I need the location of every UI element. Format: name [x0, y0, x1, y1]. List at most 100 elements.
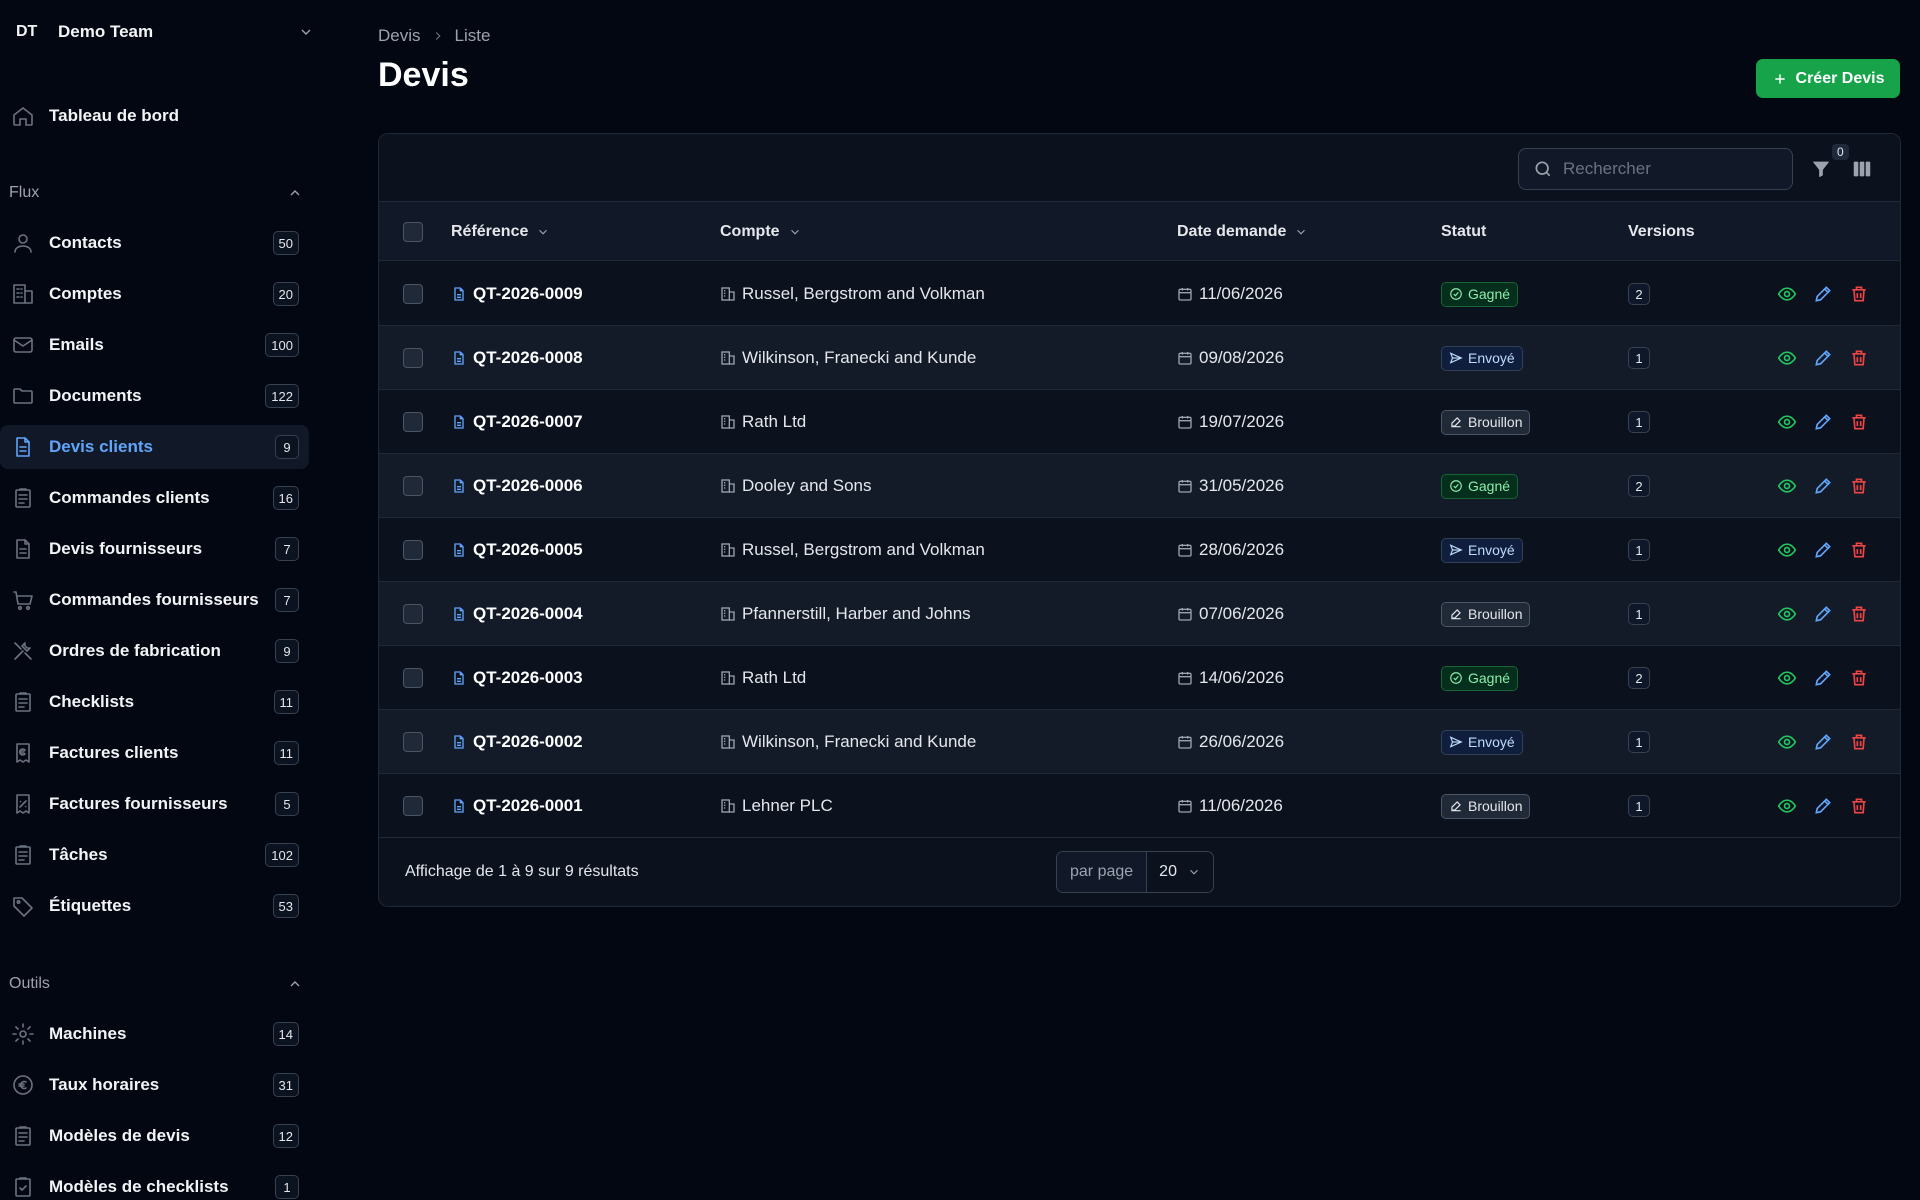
pencil-icon[interactable]: [1813, 412, 1833, 432]
per-page-value-select[interactable]: 20: [1147, 852, 1213, 892]
account-name: Rath Ltd: [742, 668, 807, 687]
row-checkbox[interactable]: [403, 540, 423, 560]
row-checkbox[interactable]: [403, 284, 423, 304]
select-all-checkbox[interactable]: [403, 222, 423, 242]
cell-reference[interactable]: QT-2026-0002: [451, 710, 583, 774]
pencil-icon[interactable]: [1813, 476, 1833, 496]
table-row[interactable]: QT-2026-0002 Wilkinson, Franecki and Kund…: [379, 710, 1900, 774]
row-checkbox[interactable]: [403, 604, 423, 624]
sidebar-item-factures-fournisseurs[interactable]: Factures fournisseurs 5: [0, 782, 309, 826]
cell-date: 26/06/2026: [1177, 710, 1284, 774]
trash-icon[interactable]: [1849, 348, 1869, 368]
calendar-icon: [1178, 416, 1192, 429]
sidebar-item-taux-horaires[interactable]: Taux horaires 31: [0, 1063, 309, 1107]
per-page-select[interactable]: par page 20: [1056, 851, 1214, 893]
sidebar-item-mod-les-de-devis[interactable]: Modèles de devis 12: [0, 1114, 309, 1158]
cell-reference[interactable]: QT-2026-0006: [451, 454, 583, 518]
sidebar-item-devis-clients[interactable]: Devis clients 9: [0, 425, 309, 469]
pencil-icon[interactable]: [1813, 540, 1833, 560]
sidebar-item-factures-clients[interactable]: Factures clients 11: [0, 731, 309, 775]
eye-icon[interactable]: [1777, 476, 1797, 496]
pencil-icon[interactable]: [1813, 348, 1833, 368]
breadcrumb-root[interactable]: Devis: [378, 26, 421, 46]
column-header-date[interactable]: Date demande: [1177, 202, 1308, 261]
sidebar-item--tiquettes[interactable]: Étiquettes 53: [0, 884, 309, 928]
plus-icon: [1774, 73, 1785, 84]
search-box[interactable]: [1518, 148, 1793, 190]
sidebar-item-checklists[interactable]: Checklists 11: [0, 680, 309, 724]
search-input[interactable]: [1563, 159, 1763, 179]
pencil-icon[interactable]: [1813, 668, 1833, 688]
cell-reference[interactable]: QT-2026-0007: [451, 390, 583, 454]
cell-reference[interactable]: QT-2026-0004: [451, 582, 583, 646]
table-row[interactable]: QT-2026-0005 Russel, Bergstrom and Volkma…: [379, 518, 1900, 582]
table-row[interactable]: QT-2026-0007 Rath Ltd 19/07/2026 Brouillon 1: [379, 390, 1900, 454]
pencil-icon[interactable]: [1813, 284, 1833, 304]
building-icon: [721, 479, 735, 493]
sidebar-item-documents[interactable]: Documents 122: [0, 374, 309, 418]
row-checkbox[interactable]: [403, 796, 423, 816]
trash-icon[interactable]: [1849, 412, 1869, 432]
sidebar-item-devis-fournisseurs[interactable]: Devis fournisseurs 7: [0, 527, 309, 571]
eye-icon[interactable]: [1777, 284, 1797, 304]
table-row[interactable]: QT-2026-0009 Russel, Bergstrom and Volkma…: [379, 262, 1900, 326]
eye-icon[interactable]: [1777, 796, 1797, 816]
cell-reference[interactable]: QT-2026-0003: [451, 646, 583, 710]
eye-icon[interactable]: [1777, 540, 1797, 560]
table-row[interactable]: QT-2026-0006 Dooley and Sons 31/05/2026 Gag…: [379, 454, 1900, 518]
team-switcher[interactable]: DT Demo Team: [16, 18, 314, 46]
row-checkbox[interactable]: [403, 668, 423, 688]
sidebar-item-contacts[interactable]: Contacts 50: [0, 221, 309, 265]
trash-icon[interactable]: [1849, 284, 1869, 304]
column-header-reference[interactable]: Référence: [451, 202, 550, 261]
trash-icon[interactable]: [1849, 796, 1869, 816]
section-flux[interactable]: Flux: [9, 179, 309, 207]
eye-icon[interactable]: [1777, 604, 1797, 624]
home-icon: [10, 103, 36, 129]
cell-versions: 1: [1628, 710, 1650, 774]
columns-icon[interactable]: [1851, 158, 1873, 180]
check-circle-icon: [1450, 672, 1462, 684]
row-checkbox[interactable]: [403, 476, 423, 496]
sidebar-item-label: Contacts: [49, 233, 122, 252]
table-row[interactable]: QT-2026-0004 Pfannerstill, Harber and Joh…: [379, 582, 1900, 646]
sidebar-item-mod-les-de-checklists[interactable]: Modèles de checklists 1: [0, 1165, 309, 1200]
cell-reference[interactable]: QT-2026-0005: [451, 518, 583, 582]
filter-icon[interactable]: [1810, 158, 1832, 180]
eye-icon[interactable]: [1777, 412, 1797, 432]
pencil-icon[interactable]: [1813, 732, 1833, 752]
trash-icon[interactable]: [1849, 540, 1869, 560]
trash-icon[interactable]: [1849, 604, 1869, 624]
table-row[interactable]: QT-2026-0001 Lehner PLC 11/06/2026 Brouillo…: [379, 774, 1900, 838]
row-checkbox[interactable]: [403, 732, 423, 752]
cell-reference[interactable]: QT-2026-0001: [451, 774, 583, 838]
sidebar-item-t-ches[interactable]: Tâches 102: [0, 833, 309, 877]
eye-icon[interactable]: [1777, 348, 1797, 368]
sidebar-item-machines[interactable]: Machines 14: [0, 1012, 309, 1056]
pencil-icon[interactable]: [1813, 604, 1833, 624]
column-header-account[interactable]: Compte: [720, 202, 802, 261]
sidebar-item-comptes[interactable]: Comptes 20: [0, 272, 309, 316]
table-row[interactable]: QT-2026-0003 Rath Ltd 14/06/2026 Gagné 2: [379, 646, 1900, 710]
sidebar-item-dashboard[interactable]: Tableau de bord: [0, 94, 309, 138]
sidebar-item-commandes-clients[interactable]: Commandes clients 16: [0, 476, 309, 520]
sidebar-item-ordres-de-fabrication[interactable]: Ordres de fabrication 9: [0, 629, 309, 673]
trash-icon[interactable]: [1849, 476, 1869, 496]
sidebar-item-commandes-fournisseurs[interactable]: Commandes fournisseurs 7: [0, 578, 309, 622]
pencil-icon[interactable]: [1813, 796, 1833, 816]
create-quote-button[interactable]: Créer Devis: [1756, 59, 1900, 98]
eye-icon[interactable]: [1777, 732, 1797, 752]
row-checkbox[interactable]: [403, 412, 423, 432]
trash-icon[interactable]: [1849, 668, 1869, 688]
trash-icon[interactable]: [1849, 732, 1869, 752]
cell-versions: 2: [1628, 262, 1650, 326]
row-checkbox[interactable]: [403, 348, 423, 368]
cell-reference[interactable]: QT-2026-0008: [451, 326, 583, 390]
eye-icon[interactable]: [1777, 668, 1797, 688]
section-outils[interactable]: Outils: [9, 970, 309, 998]
column-header-status: Statut: [1441, 202, 1486, 261]
cell-status: Envoyé: [1441, 518, 1523, 582]
cell-reference[interactable]: QT-2026-0009: [451, 262, 583, 326]
sidebar-item-emails[interactable]: Emails 100: [0, 323, 309, 367]
table-row[interactable]: QT-2026-0008 Wilkinson, Franecki and Kund…: [379, 326, 1900, 390]
